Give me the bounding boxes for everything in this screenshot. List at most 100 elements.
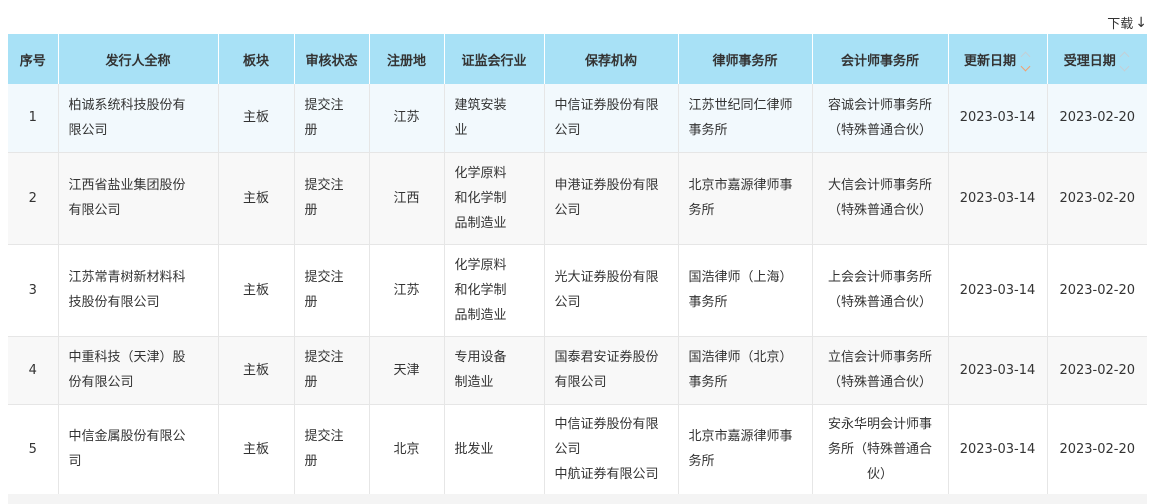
sort-desc-icon (1020, 61, 1030, 71)
cell-law-firm-line: 国浩律师（北京） (688, 350, 793, 365)
cell-industry-line: 和化学制 (454, 282, 507, 298)
ipo-review-table: 序号 发行人全称 板块 审核状态 注册地 证监会行业 保荐机构 律师事务所 会计… (8, 34, 1147, 495)
cell-accounting-firm-line: 容诚会计师事务所 (827, 97, 932, 113)
cell-issuer-line: 江苏常青树新材料科 (68, 270, 186, 285)
cell-industry-line: 和化学制 (454, 190, 507, 206)
cell-industry-line: 品制造业 (454, 307, 507, 323)
cell-sponsor-line: 公司 (554, 122, 581, 138)
cell-sponsor-line: 光大证券股份有限 (554, 270, 659, 285)
cell-status-line: 册 (304, 122, 318, 138)
cell-accounting-firm: 安永华明会计师事 务所（特殊普通合 伙） (812, 404, 949, 495)
cell-industry-line: 建筑安装 (454, 97, 507, 113)
cell-issuer: 中信金属股份有限公司 (58, 404, 219, 495)
table-row: 4 中重科技（天津）股 份有限公司 主板 提交注册天津 专用设备 制造业 国泰君安证券股份 有限… (8, 336, 1147, 405)
cell-sponsor: 中信证券股份有限 公司 中航证券有限公司 (544, 404, 679, 495)
cell-accounting-firm-line: 大信会计师事务所 (827, 178, 932, 193)
cell-issuer-line: 柏诚系统科技股份有 (68, 97, 186, 113)
cell-sponsor-line: 中信证券股份有限 (554, 97, 659, 113)
cell-issuer-line: 司 (68, 454, 82, 469)
header-board: 板块 (218, 34, 295, 84)
cell-seq: 3 (8, 244, 59, 337)
cell-seq: 5 (8, 404, 59, 495)
cell-region: 江苏 (369, 244, 445, 337)
cell-status-line: 提交注 (304, 429, 344, 444)
cell-issuer-line: 限公司 (68, 122, 108, 138)
sort-accepted-icon[interactable] (1119, 46, 1131, 72)
cell-sponsor: 申港证券股份有限 公司 (544, 152, 679, 245)
cell-industry-line: 品制造业 (454, 215, 507, 231)
cell-law-firm-line: 国浩律师（上海） (688, 270, 793, 285)
cell-accounting-firm-line: （特殊普通合伙） (827, 203, 932, 218)
cell-sponsor-line: 有限公司 (554, 375, 607, 390)
cell-industry-line: 业 (454, 122, 468, 138)
cell-accounting-firm: 大信会计师事务所 （特殊普通合伙） (812, 152, 949, 245)
cell-region: 天津 (369, 336, 445, 405)
header-accepted-date[interactable]: 受理日期 (1047, 34, 1147, 84)
cell-region: 北京 (369, 404, 445, 495)
cell-sponsor-line: 中信证券股份有限 (554, 416, 659, 432)
header-status: 审核状态 (294, 34, 370, 84)
header-sponsor: 保荐机构 (544, 34, 679, 84)
cell-industry-line: 化学原料 (454, 257, 507, 273)
cell-accepted-date: 2023-02-20 (1047, 404, 1147, 495)
header-updated-label: 更新日期 (963, 53, 1016, 69)
table-row: 1 柏诚系统科技股份有 限公司 主板 提交注册江苏 建筑安装业中信证券股份有限 公司 江苏世纪… (8, 84, 1147, 153)
cell-law-firm-line: 事务所 (688, 122, 728, 138)
cell-sponsor-line: 公司 (554, 441, 581, 457)
cell-accepted-date: 2023-02-20 (1047, 244, 1147, 337)
header-updated-date[interactable]: 更新日期 (948, 34, 1048, 84)
cell-industry: 批发业 (444, 404, 545, 495)
arrow-down-icon: ↓ (1135, 14, 1147, 31)
cell-status: 提交注册 (294, 404, 370, 495)
cell-law-firm-line: 北京市嘉源律师事 (688, 178, 793, 193)
cell-status: 提交注册 (294, 244, 370, 337)
cell-accounting-firm-line: 伙） (866, 466, 893, 482)
sort-asc-icon (1119, 51, 1130, 61)
cell-updated-date: 2023-03-14 (948, 244, 1048, 337)
sort-updated-icon[interactable] (1019, 46, 1031, 72)
cell-board: 主板 (218, 404, 295, 495)
toolbar: 下载 ↓ (0, 0, 1159, 34)
table-row: 5 中信金属股份有限公司主板 提交注册北京 批发业 中信证券股份有限 公司 中航证券有限公司… (8, 404, 1147, 495)
cell-status-line: 提交注 (304, 350, 344, 365)
table-row: 2 江西省盐业集团股份 有限公司 主板 提交注册江西 化学原料 和化学制 品制造业 申港证券股份… (8, 152, 1147, 245)
cell-industry: 专用设备 制造业 (444, 336, 545, 405)
cell-seq: 1 (8, 84, 59, 153)
cell-industry: 建筑安装业 (444, 84, 545, 153)
cell-status-line: 提交注 (304, 97, 344, 113)
cell-status: 提交注册 (294, 152, 370, 245)
cell-industry-line: 专用设备 (454, 350, 507, 365)
cell-law-firm-line: 江苏世纪同仁律师 (688, 97, 793, 113)
cell-updated-date: 2023-03-14 (948, 336, 1048, 405)
cell-accounting-firm-line: （特殊普通合伙） (827, 375, 932, 390)
cell-accounting-firm: 容诚会计师事务所 （特殊普通合伙） (812, 84, 949, 153)
cell-status: 提交注册 (294, 336, 370, 405)
cell-status-line: 册 (304, 203, 318, 218)
cell-issuer-line: 份有限公司 (68, 375, 134, 390)
download-label: 下载 (1107, 17, 1134, 32)
cell-issuer-line: 江西省盐业集团股份 (68, 178, 186, 193)
cell-updated-date: 2023-03-14 (948, 404, 1048, 495)
cell-law-firm-line: 务所 (688, 454, 715, 469)
cell-industry-line: 批发业 (454, 441, 494, 457)
cell-law-firm: 北京市嘉源律师事 务所 (678, 152, 813, 245)
sort-desc-icon (1119, 61, 1130, 71)
header-law-firm: 律师事务所 (678, 34, 813, 84)
cell-law-firm: 国浩律师（北京） 事务所 (678, 336, 813, 405)
cell-accounting-firm-line: 务所（特殊普通合 (827, 441, 932, 457)
cell-status-line: 提交注 (304, 178, 344, 193)
cell-accepted-date: 2023-02-20 (1047, 84, 1147, 153)
cell-law-firm-line: 务所 (688, 203, 715, 218)
cell-accounting-firm-line: 安永华明会计师事 (827, 416, 932, 432)
download-button[interactable]: 下载 ↓ (1107, 13, 1147, 33)
header-industry: 证监会行业 (444, 34, 545, 84)
cell-law-firm-line: 事务所 (688, 375, 728, 390)
cell-law-firm: 江苏世纪同仁律师 事务所 (678, 84, 813, 153)
cell-accounting-firm: 立信会计师事务所 （特殊普通合伙） (812, 336, 949, 405)
cell-sponsor: 光大证券股份有限 公司 (544, 244, 679, 337)
cell-updated-date: 2023-03-14 (948, 84, 1048, 153)
header-accepted-label: 受理日期 (1063, 53, 1116, 69)
cell-issuer-line: 有限公司 (68, 203, 121, 218)
header-accounting-firm: 会计师事务所 (812, 34, 949, 84)
cell-sponsor: 中信证券股份有限 公司 (544, 84, 679, 153)
